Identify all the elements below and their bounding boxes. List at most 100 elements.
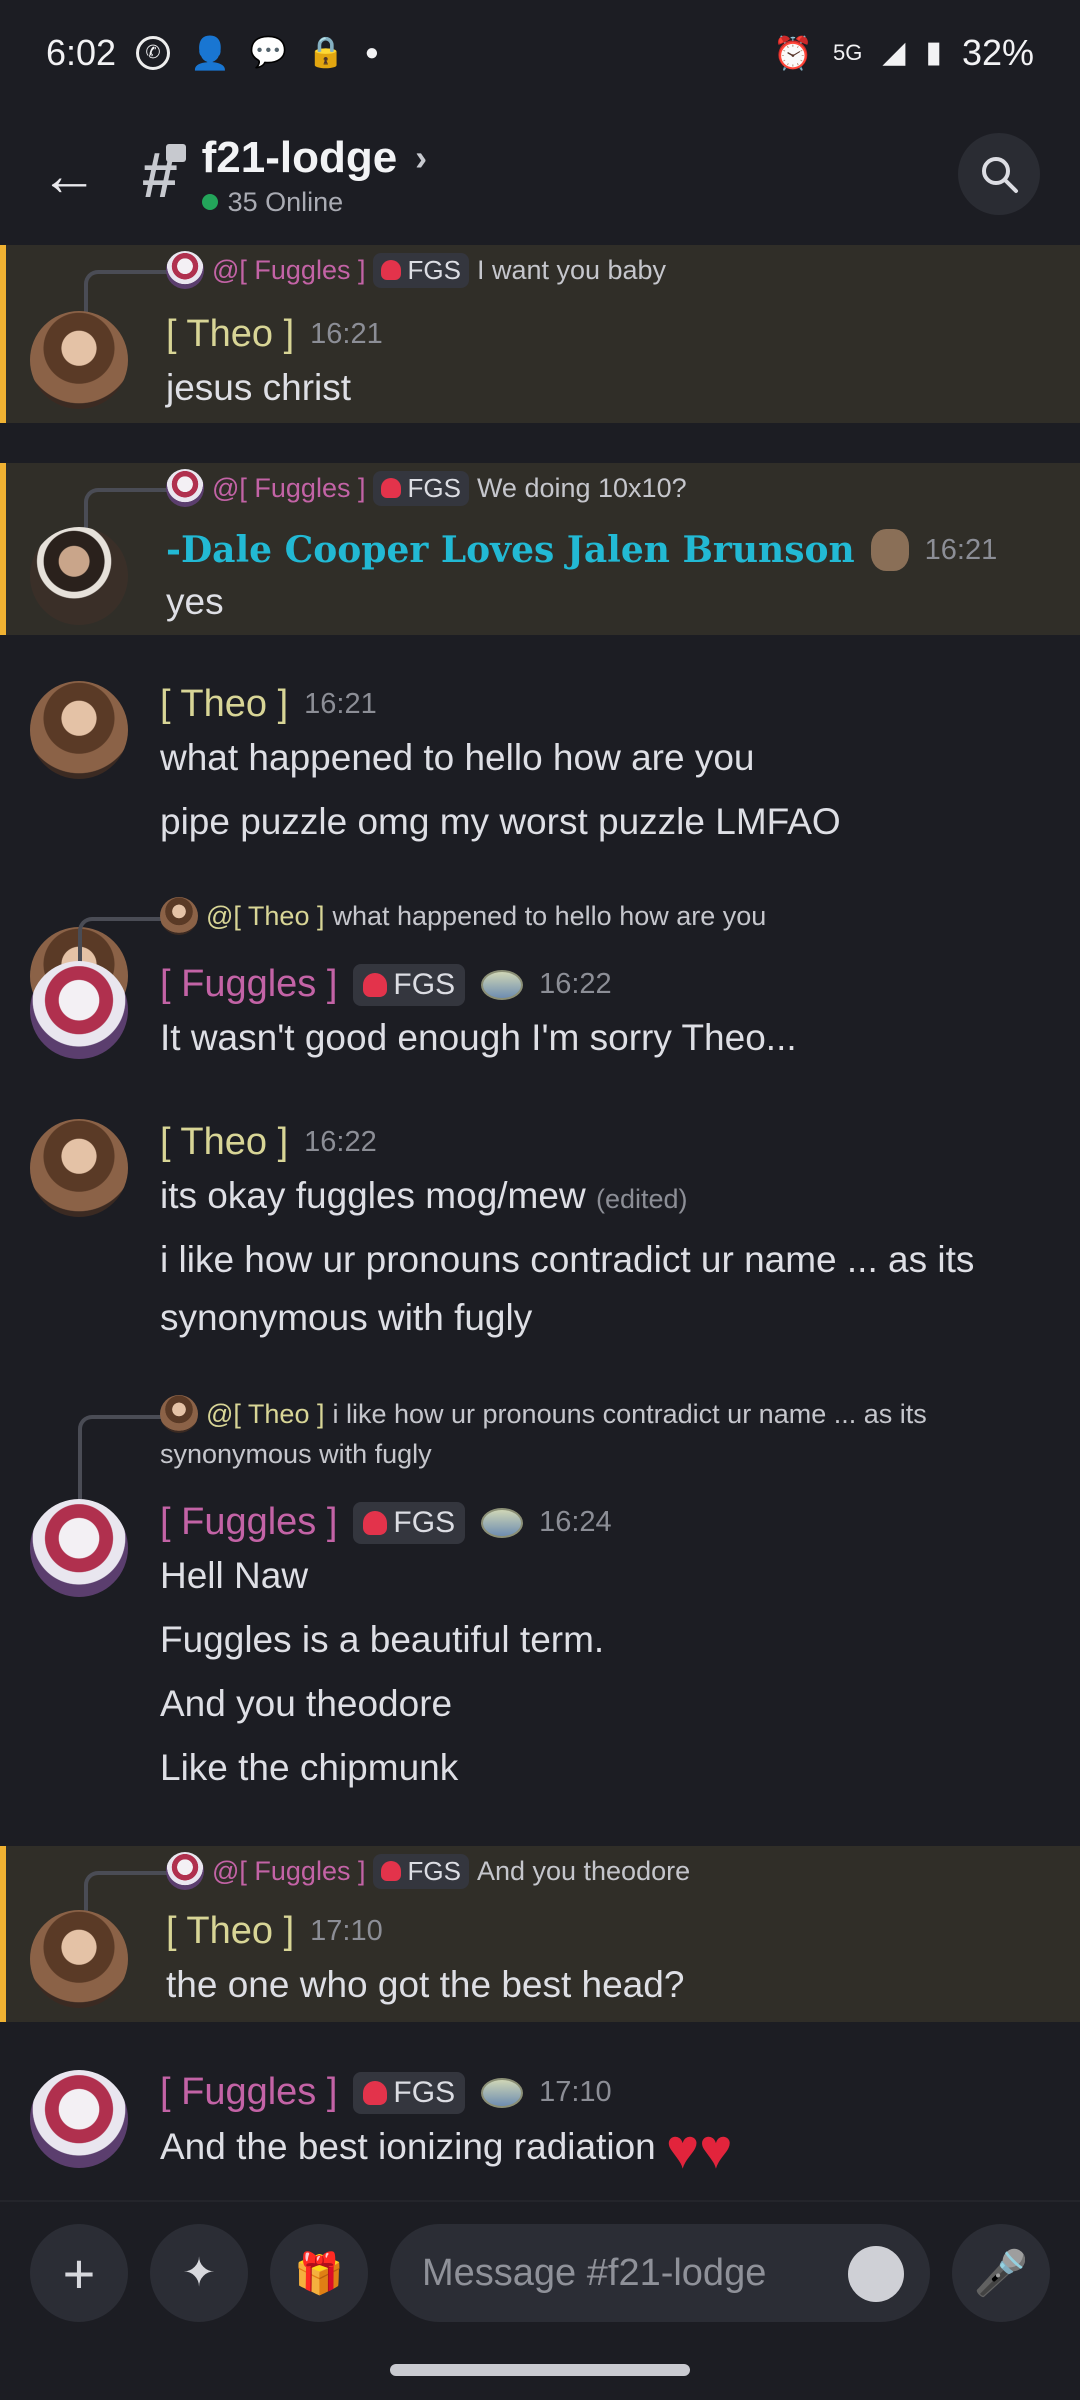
- role-tag: FGS: [373, 470, 469, 506]
- channel-info[interactable]: f21-lodge › 35 Online: [201, 133, 428, 218]
- timestamp: 17:10: [310, 1915, 383, 1947]
- avatar[interactable]: [30, 2070, 128, 2168]
- avatar[interactable]: [30, 527, 128, 625]
- reply-username: @[ Theo ]: [206, 900, 325, 931]
- timestamp: 16:24: [539, 1506, 612, 1538]
- username[interactable]: [ Theo ]: [166, 313, 294, 356]
- username[interactable]: -Dale Cooper Loves Jalen Brunson: [166, 529, 855, 571]
- message[interactable]: @[ Fuggles ] FGS I want you baby [ Theo …: [0, 245, 1080, 423]
- message-feed[interactable]: @[ Fuggles ] FGS I want you baby [ Theo …: [0, 245, 1080, 2200]
- timestamp: 16:21: [310, 318, 383, 350]
- add-attachment-button[interactable]: +: [30, 2224, 128, 2322]
- home-indicator[interactable]: [390, 2364, 690, 2376]
- mushroom-icon: [363, 2080, 388, 2105]
- timestamp: 16:22: [539, 968, 612, 1000]
- role-badge-icon: [481, 2077, 524, 2108]
- message-text: Hell Naw: [160, 1555, 309, 1596]
- avatar[interactable]: [30, 681, 128, 779]
- avatar[interactable]: [30, 961, 128, 1059]
- avatar: [160, 1395, 198, 1433]
- gift-button[interactable]: 🎁: [270, 2224, 368, 2322]
- timestamp: 17:10: [539, 2076, 612, 2108]
- reply-username: @[ Fuggles ]: [212, 254, 366, 285]
- signal-icon: ◢: [882, 36, 906, 69]
- mushroom-icon: [363, 972, 388, 997]
- whatsapp-icon: ✆: [136, 35, 171, 70]
- status-time: 6:02: [46, 31, 117, 73]
- voice-message-button[interactable]: 🎤: [952, 2224, 1050, 2322]
- back-arrow-icon[interactable]: ←: [40, 142, 104, 209]
- reply-preview[interactable]: @[ Fuggles ] FGS And you theodore: [166, 1852, 690, 1890]
- reply-username: @[ Theo ]: [206, 1398, 325, 1429]
- search-button[interactable]: [958, 133, 1040, 215]
- avatar: [166, 251, 204, 289]
- message[interactable]: @[ Fuggles ] FGS And you theodore [ Theo…: [0, 1846, 1080, 2022]
- username[interactable]: [ Fuggles ]: [160, 2071, 337, 2114]
- gift-icon: 🎁: [294, 2251, 344, 2296]
- message-text: And you theodore: [160, 1683, 453, 1724]
- message-text: Like the chipmunk: [160, 1747, 459, 1788]
- status-bar: 6:02 ✆ 👤 💬 🔒 ● ⏰ 5G ◢ ▮ 32%: [0, 0, 1080, 105]
- chevron-right-icon: ›: [415, 136, 428, 178]
- lock-icon: 🔒: [307, 36, 345, 69]
- reply-text: And you theodore: [476, 1855, 691, 1886]
- avatar: [166, 1852, 204, 1890]
- username[interactable]: [ Theo ]: [160, 683, 288, 726]
- message-text: the one who got the best head?: [166, 1964, 685, 2005]
- role-tag: FGS: [373, 1853, 469, 1889]
- username[interactable]: [ Theo ]: [160, 1121, 288, 1164]
- reply-text: I want you baby: [476, 254, 667, 285]
- role-tag: FGS: [353, 1501, 466, 1544]
- username[interactable]: [ Theo ]: [166, 1910, 294, 1953]
- network-label: 5G: [832, 39, 863, 65]
- mushroom-icon: [381, 478, 402, 498]
- reply-preview[interactable]: @[ Fuggles ] FGS We doing 10x10?: [166, 469, 687, 507]
- message-input[interactable]: Message #f21-lodge: [390, 2224, 930, 2322]
- reply-preview[interactable]: @[ Theo ] i like how ur pronouns contrad…: [160, 1395, 927, 1433]
- online-dot-icon: [201, 194, 218, 210]
- apps-icon: ✦: [182, 2251, 216, 2295]
- chat-icon: 💬: [249, 36, 288, 69]
- message-input-placeholder: Message #f21-lodge: [422, 2251, 767, 2294]
- avatar[interactable]: [30, 311, 128, 409]
- timestamp: 16:21: [304, 688, 377, 720]
- role-badge-icon: [481, 1507, 524, 1538]
- avatar[interactable]: [30, 1119, 128, 1217]
- reply-preview[interactable]: @[ Fuggles ] FGS I want you baby: [166, 251, 666, 289]
- timestamp: 16:21: [924, 533, 998, 566]
- username[interactable]: [ Fuggles ]: [160, 1501, 337, 1544]
- role-tag: FGS: [353, 2071, 466, 2114]
- plus-icon: +: [62, 2241, 96, 2305]
- message-text: its okay fuggles mog/mew (edited): [160, 1175, 688, 1216]
- message-text: pipe puzzle omg my worst puzzle LMFAO: [160, 801, 841, 842]
- online-count: 35 Online: [227, 186, 344, 217]
- reply-text: We doing 10x10?: [476, 472, 687, 503]
- reply-username: @[ Fuggles ]: [212, 472, 366, 503]
- message-composer: + ✦ 🎁 Message #f21-lodge 🎤: [0, 2200, 1080, 2342]
- role-tag: FGS: [353, 963, 466, 1006]
- timestamp: 16:22: [304, 1126, 377, 1158]
- message-text: yes: [166, 581, 224, 622]
- role-tag: FGS: [373, 252, 469, 288]
- emoji-icon[interactable]: [848, 2246, 904, 2302]
- edited-label: (edited): [595, 1184, 688, 1214]
- message-text: It wasn't good enough I'm sorry Theo...: [160, 1017, 797, 1058]
- reply-text: i like how ur pronouns contradict ur nam…: [332, 1398, 927, 1429]
- message[interactable]: @[ Fuggles ] FGS We doing 10x10? -Dale C…: [0, 463, 1080, 635]
- reply-preview[interactable]: @[ Theo ] what happened to hello how are…: [160, 897, 766, 935]
- mushroom-icon: [363, 1510, 388, 1535]
- avatar[interactable]: [30, 1910, 128, 2008]
- channel-hash-icon: #: [142, 138, 186, 212]
- alarm-icon: ⏰: [773, 34, 813, 71]
- search-icon: [982, 157, 1018, 193]
- reply-text-continued: synonymous with fugly: [160, 1439, 432, 1469]
- message-text: jesus christ: [166, 367, 352, 408]
- apps-button[interactable]: ✦: [150, 2224, 248, 2322]
- avatar[interactable]: [30, 1499, 128, 1597]
- message-text: synonymous with fugly: [160, 1297, 533, 1338]
- username[interactable]: [ Fuggles ]: [160, 963, 337, 1006]
- add-contact-icon: 👤: [190, 34, 230, 71]
- reply-username: @[ Fuggles ]: [212, 1855, 366, 1886]
- mushroom-icon: [381, 1861, 402, 1881]
- reply-text: what happened to hello how are you: [332, 900, 767, 931]
